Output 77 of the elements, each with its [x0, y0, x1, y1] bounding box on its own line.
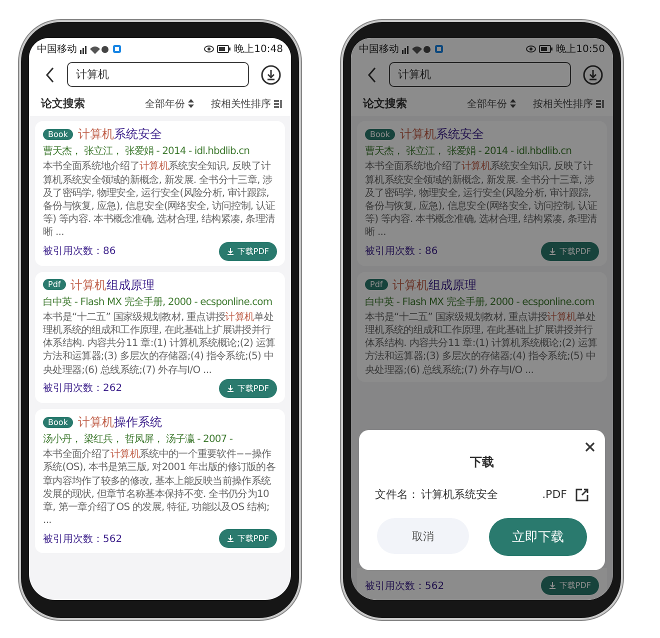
close-icon[interactable] — [585, 442, 595, 452]
result-card[interactable]: 被引用次数：562 下载PDF — [357, 568, 607, 600]
search-field[interactable]: 计算机 — [389, 62, 571, 87]
battery-icon — [217, 45, 232, 53]
search-field[interactable]: 计算机 — [67, 62, 249, 87]
signal-wifi-icon — [80, 44, 110, 54]
eye-icon — [526, 45, 536, 53]
app-icon — [113, 45, 121, 53]
download-icon — [227, 535, 234, 542]
download-pdf-button[interactable]: 下载PDF — [219, 529, 277, 548]
result-authors: 白中英 - Flash MX 完全手册, 2000 - ecsponline.com — [365, 296, 596, 309]
dialog-title: 下载 — [470, 454, 494, 471]
download-pdf-button[interactable]: 下载PDF — [541, 242, 599, 261]
result-abstract: 本书是“十二五” 国家级规划教材, 重点讲授计算机单处理机系统的组成和工作原理, 在此基础上扩展讲授并行体系结构. 内容共分11 章:(1) 计算机系统概论;(2) 运算方法和运算器;(3) 多层次的存储器;(4) 指令系统;(5) 中央处理器;(6) 总线系统;(7) 外存与I/O ... — [43, 310, 276, 377]
clock-time: 晚上10:48 — [234, 42, 283, 56]
type-badge: Pdf — [43, 279, 66, 290]
result-authors: 汤小丹， 梁红兵， 哲凤屏， 汤子瀛 - 2007 - — [43, 432, 234, 446]
carrier-name: 中国移动 — [37, 42, 77, 56]
year-filter[interactable]: 全部年份 — [467, 96, 507, 110]
download-icon[interactable] — [261, 64, 281, 84]
clock-time: 晚上10:50 — [556, 42, 605, 56]
result-title[interactable]: 计算机组成原理 — [392, 278, 477, 292]
sort-arrows-icon — [510, 99, 516, 108]
battery-icon — [539, 45, 554, 53]
type-badge: Pdf — [365, 279, 388, 290]
result-card[interactable] — [357, 121, 607, 266]
result-authors: 曹天杰， 张立江， 张爱娟 - 2014 - idl.hbdlib.cn — [43, 144, 251, 158]
result-card[interactable] — [35, 121, 285, 266]
result-title[interactable]: 计算机操作系统 — [78, 414, 162, 430]
download-now-button[interactable]: 立即下载 — [489, 518, 587, 556]
citation-count: 被引用次数：562 — [365, 580, 444, 592]
sort-icon — [596, 100, 605, 108]
section-title: 论文搜索 — [41, 96, 85, 111]
carrier-name: 中国移动 — [359, 42, 399, 56]
sort-button[interactable]: 按相关性排序 — [211, 96, 271, 110]
download-icon[interactable] — [583, 64, 603, 84]
back-icon[interactable] — [367, 66, 377, 82]
type-badge: Book — [365, 128, 395, 140]
citation-count: 被引用次数：262 — [43, 382, 122, 396]
download-pdf-button[interactable]: 下载PDF — [541, 576, 599, 595]
cancel-button[interactable]: 取消 — [377, 518, 469, 554]
filename-field[interactable]: 计算机系统安全 — [421, 487, 540, 502]
app-icon — [435, 45, 443, 53]
type-badge: Book — [43, 128, 73, 140]
edit-icon[interactable] — [575, 488, 589, 502]
result-authors: 曹天杰， 张立江， 张爱娟 - 2014 - idl.hbdlib.cn — [365, 144, 573, 158]
eye-icon — [204, 45, 214, 53]
download-icon — [549, 248, 556, 255]
result-title[interactable]: 计算机系统安全 — [400, 127, 484, 142]
download-icon — [227, 384, 234, 392]
citation-count: 被引用次数：86 — [43, 244, 116, 258]
download-pdf-button[interactable]: 下载PDF — [219, 378, 277, 398]
result-title[interactable]: 计算机组成原理 — [70, 278, 155, 292]
file-extension: .PDF — [542, 488, 567, 501]
citation-count: 被引用次数：562 — [43, 532, 122, 546]
section-title: 论文搜索 — [363, 96, 407, 111]
download-icon — [227, 248, 234, 255]
type-badge: Book — [43, 416, 73, 428]
result-abstract: 本书全面介绍了计算机系统中的一个重要软件−−操作系统(OS), 本书是第三版, 对2001 年出版的修订版的各章内容均作了较多的修改, 基本上能反映当前操作系统发展的现状, 但章节名称基本保持不变. 全书仍分为10 章, 第一章介绍了OS 的发展, 特征, 功能以及OS 结构; ... — [43, 448, 277, 528]
sort-button[interactable]: 按相关性排序 — [533, 96, 593, 110]
result-card[interactable] — [35, 272, 285, 403]
result-authors: 白中英 - Flash MX 完全手册, 2000 - ecsponline.com — [43, 296, 274, 309]
sort-icon — [274, 100, 283, 108]
year-filter[interactable]: 全部年份 — [145, 96, 185, 110]
result-abstract: 本书全面系统地介绍了计算机系统安全知识, 反映了计算机系统安全领域的新概念, 新发展. 全书分十三章, 涉及了密码学, 物理安全, 运行安全(风险分析, 审计跟踪, 备份与恢复, 应急), 信息安全(网络安全, 访问控制, 认证等) 等内容. 本书概念准确, 选材合理, 结构紧凑, 条理清晰 ... — [43, 160, 276, 240]
sort-arrows-icon — [188, 99, 194, 108]
download-icon — [549, 582, 556, 589]
result-title[interactable]: 计算机系统安全 — [78, 127, 162, 142]
result-card[interactable] — [357, 272, 607, 382]
result-abstract: 本书全面系统地介绍了计算机系统安全知识, 反映了计算机系统安全领域的新概念, 新发展. 全书分十三章, 涉及了密码学, 物理安全, 运行安全(风险分析, 审计跟踪, 备份与恢复, 应急), 信息安全(网络安全, 访问控制, 认证等) 等内容. 本书概念准确, 选材合理, 结构紧凑, 条理清晰 ... — [365, 160, 598, 240]
result-card[interactable]: Book 计算机操作系统 汤小丹， 梁红兵， 哲凤屏， 汤子瀛 - 2007 - 本书全面介绍了计算机系统中的一个重要软件−−操作系统(OS), 本书是第三版, 对2001 年出版的修订版的各章内容均作了较多的修改, 基本上能反映当前操作系统发展的现状, 但章节名称基本保持不变. 全书仍分为10 章, 第一章介绍了OS 的发展, 特征, 功能以及OS 结构; ... 被引用次数：562 下载PDF — [35, 408, 285, 554]
result-abstract: 本书是“十二五” 国家级规划教材, 重点讲授计算机单处理机系统的组成和工作原理, 在此基础上扩展讲授并行体系结构. 内容共分11 章:(1) 计算机系统概论;(2) 运算方法和运算器;(3) 多层次的存储器;(4) 指令系统;(5) 中央处理器;(6) 总线系统;(7) 外存与I/O ... — [365, 310, 598, 377]
download-pdf-button[interactable]: 下载PDF — [219, 242, 277, 261]
back-icon[interactable] — [45, 66, 55, 82]
filename-label: 文件名： — [375, 487, 419, 502]
citation-count: 被引用次数：86 — [365, 244, 438, 258]
signal-wifi-icon — [402, 44, 432, 54]
